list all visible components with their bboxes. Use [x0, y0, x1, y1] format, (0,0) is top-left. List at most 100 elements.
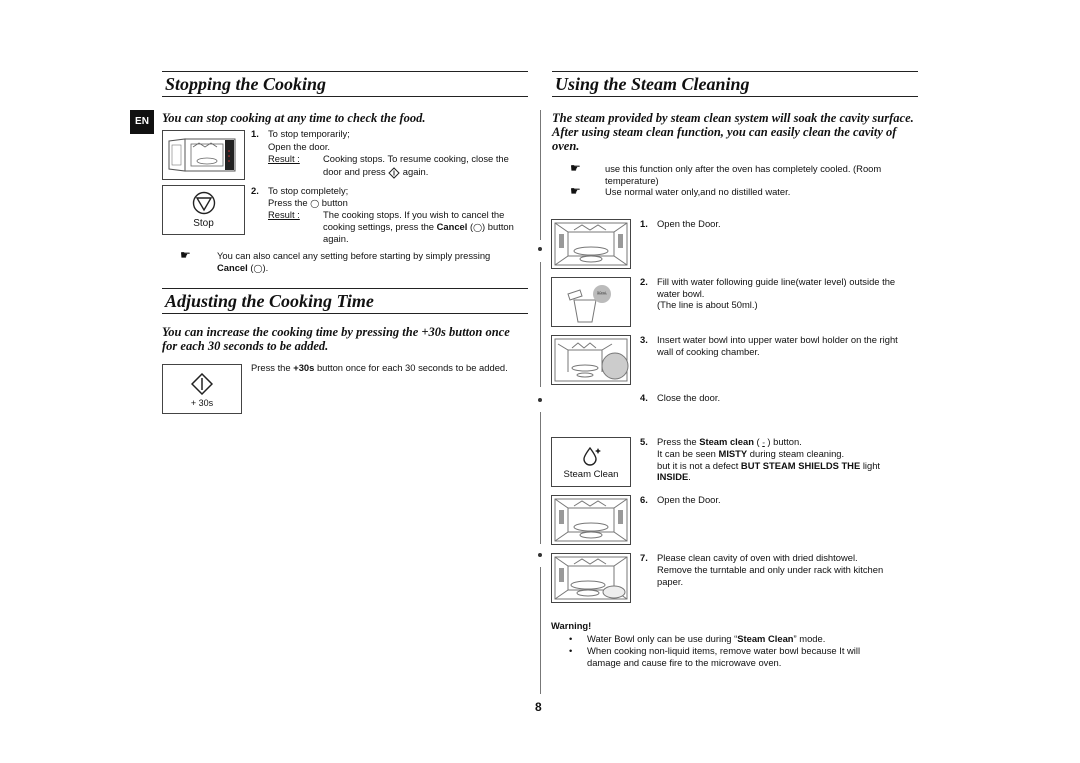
section-rule-top — [162, 71, 528, 72]
bullet-icon: • — [569, 633, 573, 644]
step-text-bold: MISTY — [718, 448, 748, 459]
step-text: To stop temporarily; — [268, 128, 350, 139]
section-title-adjusting: Adjusting the Cooking Time — [165, 291, 374, 311]
divider-dot — [538, 247, 542, 251]
water-drop-icon — [582, 446, 604, 466]
warning-text-part: ” mode. — [793, 633, 826, 644]
step-number: 7. — [640, 552, 648, 563]
result-text: The cooking stops. If you wish to cancel… — [323, 209, 505, 220]
plus-30s-label: + 30s — [190, 398, 214, 408]
steam-intro: The steam provided by steam clean system… — [552, 111, 914, 125]
adjusting-intro: for each 30 seconds to be added. — [162, 339, 329, 353]
warning-item: damage and cause fire to the microwave o… — [587, 657, 782, 668]
cancel-label: Cancel — [436, 221, 468, 232]
warning-item: When cooking non-liquid items, remove wa… — [587, 645, 861, 656]
open-door-illustration — [551, 495, 631, 545]
clean-cavity-illustration — [551, 553, 631, 603]
text-part-bold: +30s — [293, 362, 315, 373]
note-text: use this function only after the oven ha… — [605, 163, 882, 174]
plus-30s-button-illustration: + 30s — [162, 364, 242, 414]
section-rule-top — [162, 288, 528, 289]
section-rule-bottom — [162, 96, 528, 97]
section-rule-bottom — [162, 313, 528, 314]
step-text-bold: BUT STEAM SHIELDS THE — [740, 460, 861, 471]
column-divider — [540, 262, 541, 387]
step-text: INSIDE. — [657, 471, 691, 483]
step-text-part: but it is not a defect — [657, 460, 739, 471]
cancel-label: Cancel — [217, 262, 248, 273]
step-text: Fill with water following guide line(wat… — [657, 276, 896, 287]
warning-text-bold: Steam Clean — [737, 633, 794, 644]
result-text-part: door and press — [323, 166, 386, 177]
step-number: 1. — [251, 128, 259, 139]
result-text-part: again. — [402, 166, 429, 177]
text-part: Press the — [251, 362, 291, 373]
steam-intro: oven. — [552, 139, 580, 153]
adjusting-text: Press the +30s button once for each 30 s… — [251, 362, 508, 374]
column-divider — [540, 567, 541, 694]
pointing-hand-icon: ☛ — [180, 248, 191, 262]
fill-water-bowl-illustration: 50ml — [551, 277, 631, 327]
note-text: Use normal water only,and no distilled w… — [605, 186, 791, 197]
column-divider — [540, 412, 541, 544]
step-text-bold: INSIDE — [657, 471, 689, 482]
steam-clean-label: Steam clean — [699, 436, 754, 447]
step-text-part: light — [862, 460, 881, 471]
step-text-part: button — [321, 197, 348, 208]
bowl-label: 50ml — [597, 290, 606, 295]
steam-clean-button-illustration: Steam Clean — [551, 437, 631, 487]
step-text: wall of cooking chamber. — [657, 346, 760, 357]
step-text-part: It can be seen — [657, 448, 716, 459]
stop-button-label: Stop — [193, 218, 214, 229]
step-number: 3. — [640, 334, 648, 345]
section-title-steam: Using the Steam Cleaning — [555, 74, 750, 94]
steam-clean-label: Steam Clean — [563, 469, 619, 480]
stop-button-illustration: Stop — [162, 185, 245, 235]
step-text-part: button. — [773, 436, 802, 447]
step-text: It can be seen MISTY during steam cleani… — [657, 448, 844, 460]
cancel-icon: ◯ — [473, 223, 483, 232]
step-number: 6. — [640, 494, 648, 505]
adjusting-intro: You can increase the cooking time by pre… — [162, 325, 510, 339]
step-number: 4. — [640, 392, 648, 403]
result-label: Result : — [268, 209, 300, 220]
warning-item: Water Bowl only can be use during “Steam… — [587, 633, 825, 645]
step-text-part: Press the — [657, 436, 697, 447]
language-tab: EN — [130, 110, 154, 134]
step-number: 2. — [640, 276, 648, 287]
divider-dot — [538, 553, 542, 557]
section-rule-top — [552, 71, 918, 72]
section-rule-bottom — [552, 96, 918, 97]
step-text: paper. — [657, 576, 684, 587]
step-text: Insert water bowl into upper water bowl … — [657, 334, 898, 345]
note-text: You can also cancel any setting before s… — [217, 250, 491, 261]
result-label: Result : — [268, 153, 300, 164]
open-microwave-illustration — [162, 130, 245, 180]
start-icon — [388, 166, 400, 179]
steam-intro: After using steam clean function, you ca… — [552, 125, 897, 139]
step-text-part: Press the — [268, 197, 308, 208]
result-text-part: button — [487, 221, 514, 232]
step-text: Press the ◯ button — [268, 197, 348, 210]
note-text: Cancel (◯). — [217, 262, 269, 273]
result-text: cooking settings, press the Cancel (◯) b… — [323, 221, 514, 232]
open-door-illustration — [551, 219, 631, 269]
step-text: Open the door. — [268, 141, 331, 152]
warning-title: Warning! — [551, 620, 592, 631]
step-text: but it is not a defect BUT STEAM SHIELDS… — [657, 460, 880, 472]
bullet-icon: • — [569, 645, 573, 656]
note-text: temperature) — [605, 175, 659, 186]
step-text: Open the Door. — [657, 218, 721, 229]
result-text: again. — [323, 233, 349, 244]
step-text: To stop completely; — [268, 185, 349, 196]
divider-dot — [538, 398, 542, 402]
steam-clean-icon: ◦ — [762, 440, 765, 447]
cancel-icon: ◯ — [253, 264, 263, 273]
step-text: Close the door. — [657, 392, 721, 403]
note-text-part: . — [265, 262, 269, 273]
insert-water-bowl-illustration — [551, 335, 631, 385]
step-text-part: . — [688, 471, 691, 482]
step-text: Open the Door. — [657, 494, 721, 505]
pointing-hand-icon: ☛ — [570, 161, 581, 175]
step-text: (The line is about 50ml.) — [657, 299, 758, 310]
